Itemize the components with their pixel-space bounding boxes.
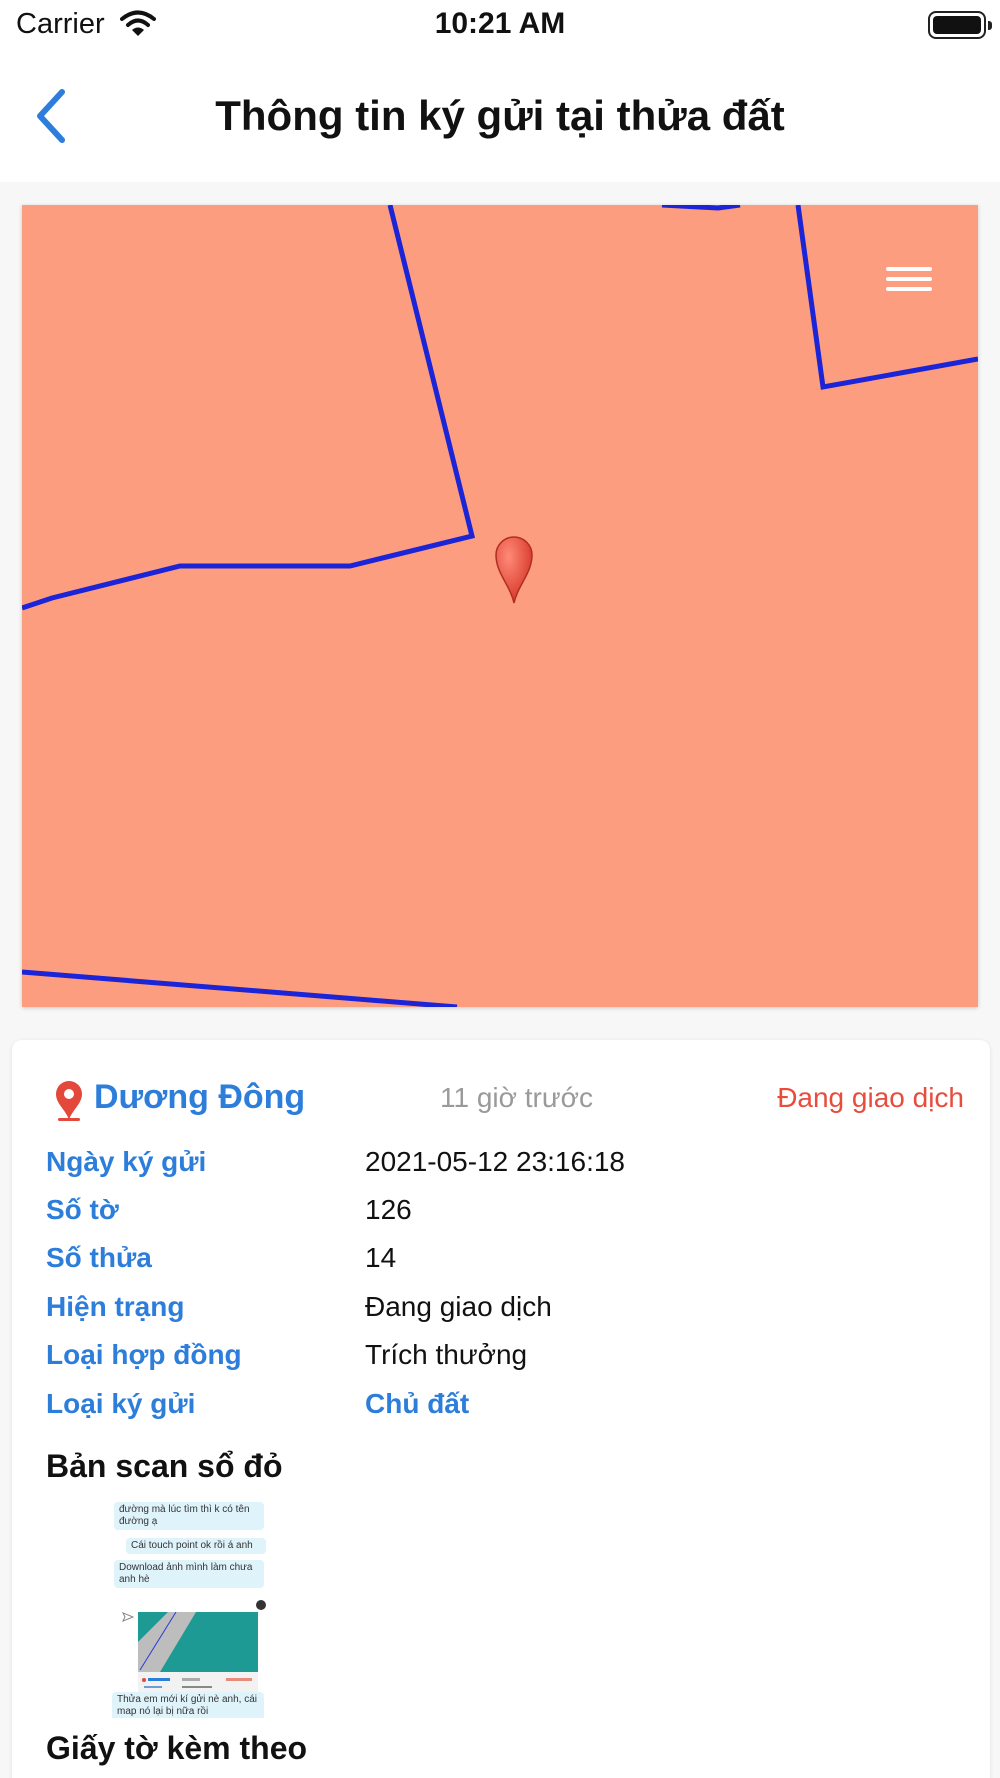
detail-value: 2021-05-12 23:16:18 [365,1146,625,1177]
detail-value: 126 [365,1194,412,1225]
detail-label: Loại hợp đồng [46,1339,242,1370]
detail-label: Loại ký gửi [46,1388,196,1419]
posted-time: 11 giờ trước [440,1082,593,1113]
map-menu-icon[interactable] [884,261,934,301]
detail-row-consign-type: Loại ký gửi Chủ đất [46,1388,966,1432]
page-title: Thông tin ký gửi tại thửa đất [215,92,785,139]
scan-message: Thửa em mới kí gửi nè anh, cái map nó lạ… [112,1692,264,1718]
preview-map [138,1611,258,1698]
status-bar: Carrier 10:21 AM [0,0,1000,50]
detail-row-sheet-number: Số tờ 126 [46,1194,966,1238]
consign-type-link[interactable]: Chủ đất [365,1388,469,1420]
detail-label: Số tờ [46,1194,119,1225]
avatar [256,1600,266,1610]
status-badge: Đang giao dịch [777,1082,964,1113]
detail-value: Trích thưởng [365,1339,528,1370]
detail-label: Hiện trạng [46,1291,185,1322]
location-name: Dương Đông [94,1078,306,1116]
location-row: Dương Đông 11 giờ trước Đang giao dịch [44,1076,964,1128]
attachments-section-title: Giấy tờ kèm theo [46,1730,308,1766]
scan-message: đường mà lúc tìm thì k có tên đường ạ [114,1502,264,1530]
detail-label: Ngày ký gửi [46,1146,207,1177]
detail-value: Đang giao dịch [365,1291,552,1322]
location-pin-icon [56,1081,82,1121]
detail-row-contract-type: Loại hợp đồng Trích thưởng [46,1339,966,1383]
clock: 10:21 AM [434,7,566,40]
detail-row-current-status: Hiện trạng Đang giao dịch [46,1291,966,1335]
nav-bar: Thông tin ký gửi tại thửa đất [0,50,1000,182]
scan-section-title: Bản scan sổ đỏ [46,1448,283,1484]
listing-card: Dương Đông 11 giờ trước Đang giao dịch N… [12,1040,990,1778]
detail-row-consign-date: Ngày ký gửi 2021-05-12 23:16:18 [46,1146,966,1190]
scan-message: Cái touch point ok rồi á anh [126,1538,266,1554]
scan-preview [138,1611,258,1698]
parcel-boundaries [22,205,978,1007]
map-pin-icon [495,536,533,604]
send-icon [122,1612,134,1622]
parcel-map[interactable] [22,205,978,1007]
detail-label: Số thửa [46,1242,152,1273]
detail-value: 14 [365,1242,397,1273]
battery-icon [928,11,992,39]
detail-row-parcel-number: Số thửa 14 [46,1242,966,1286]
scan-message: Download ảnh mình làm chưa anh hè [114,1560,264,1588]
red-book-scan-image[interactable]: đường mà lúc tìm thì k có tên đường ạ Cá… [106,1500,270,1718]
